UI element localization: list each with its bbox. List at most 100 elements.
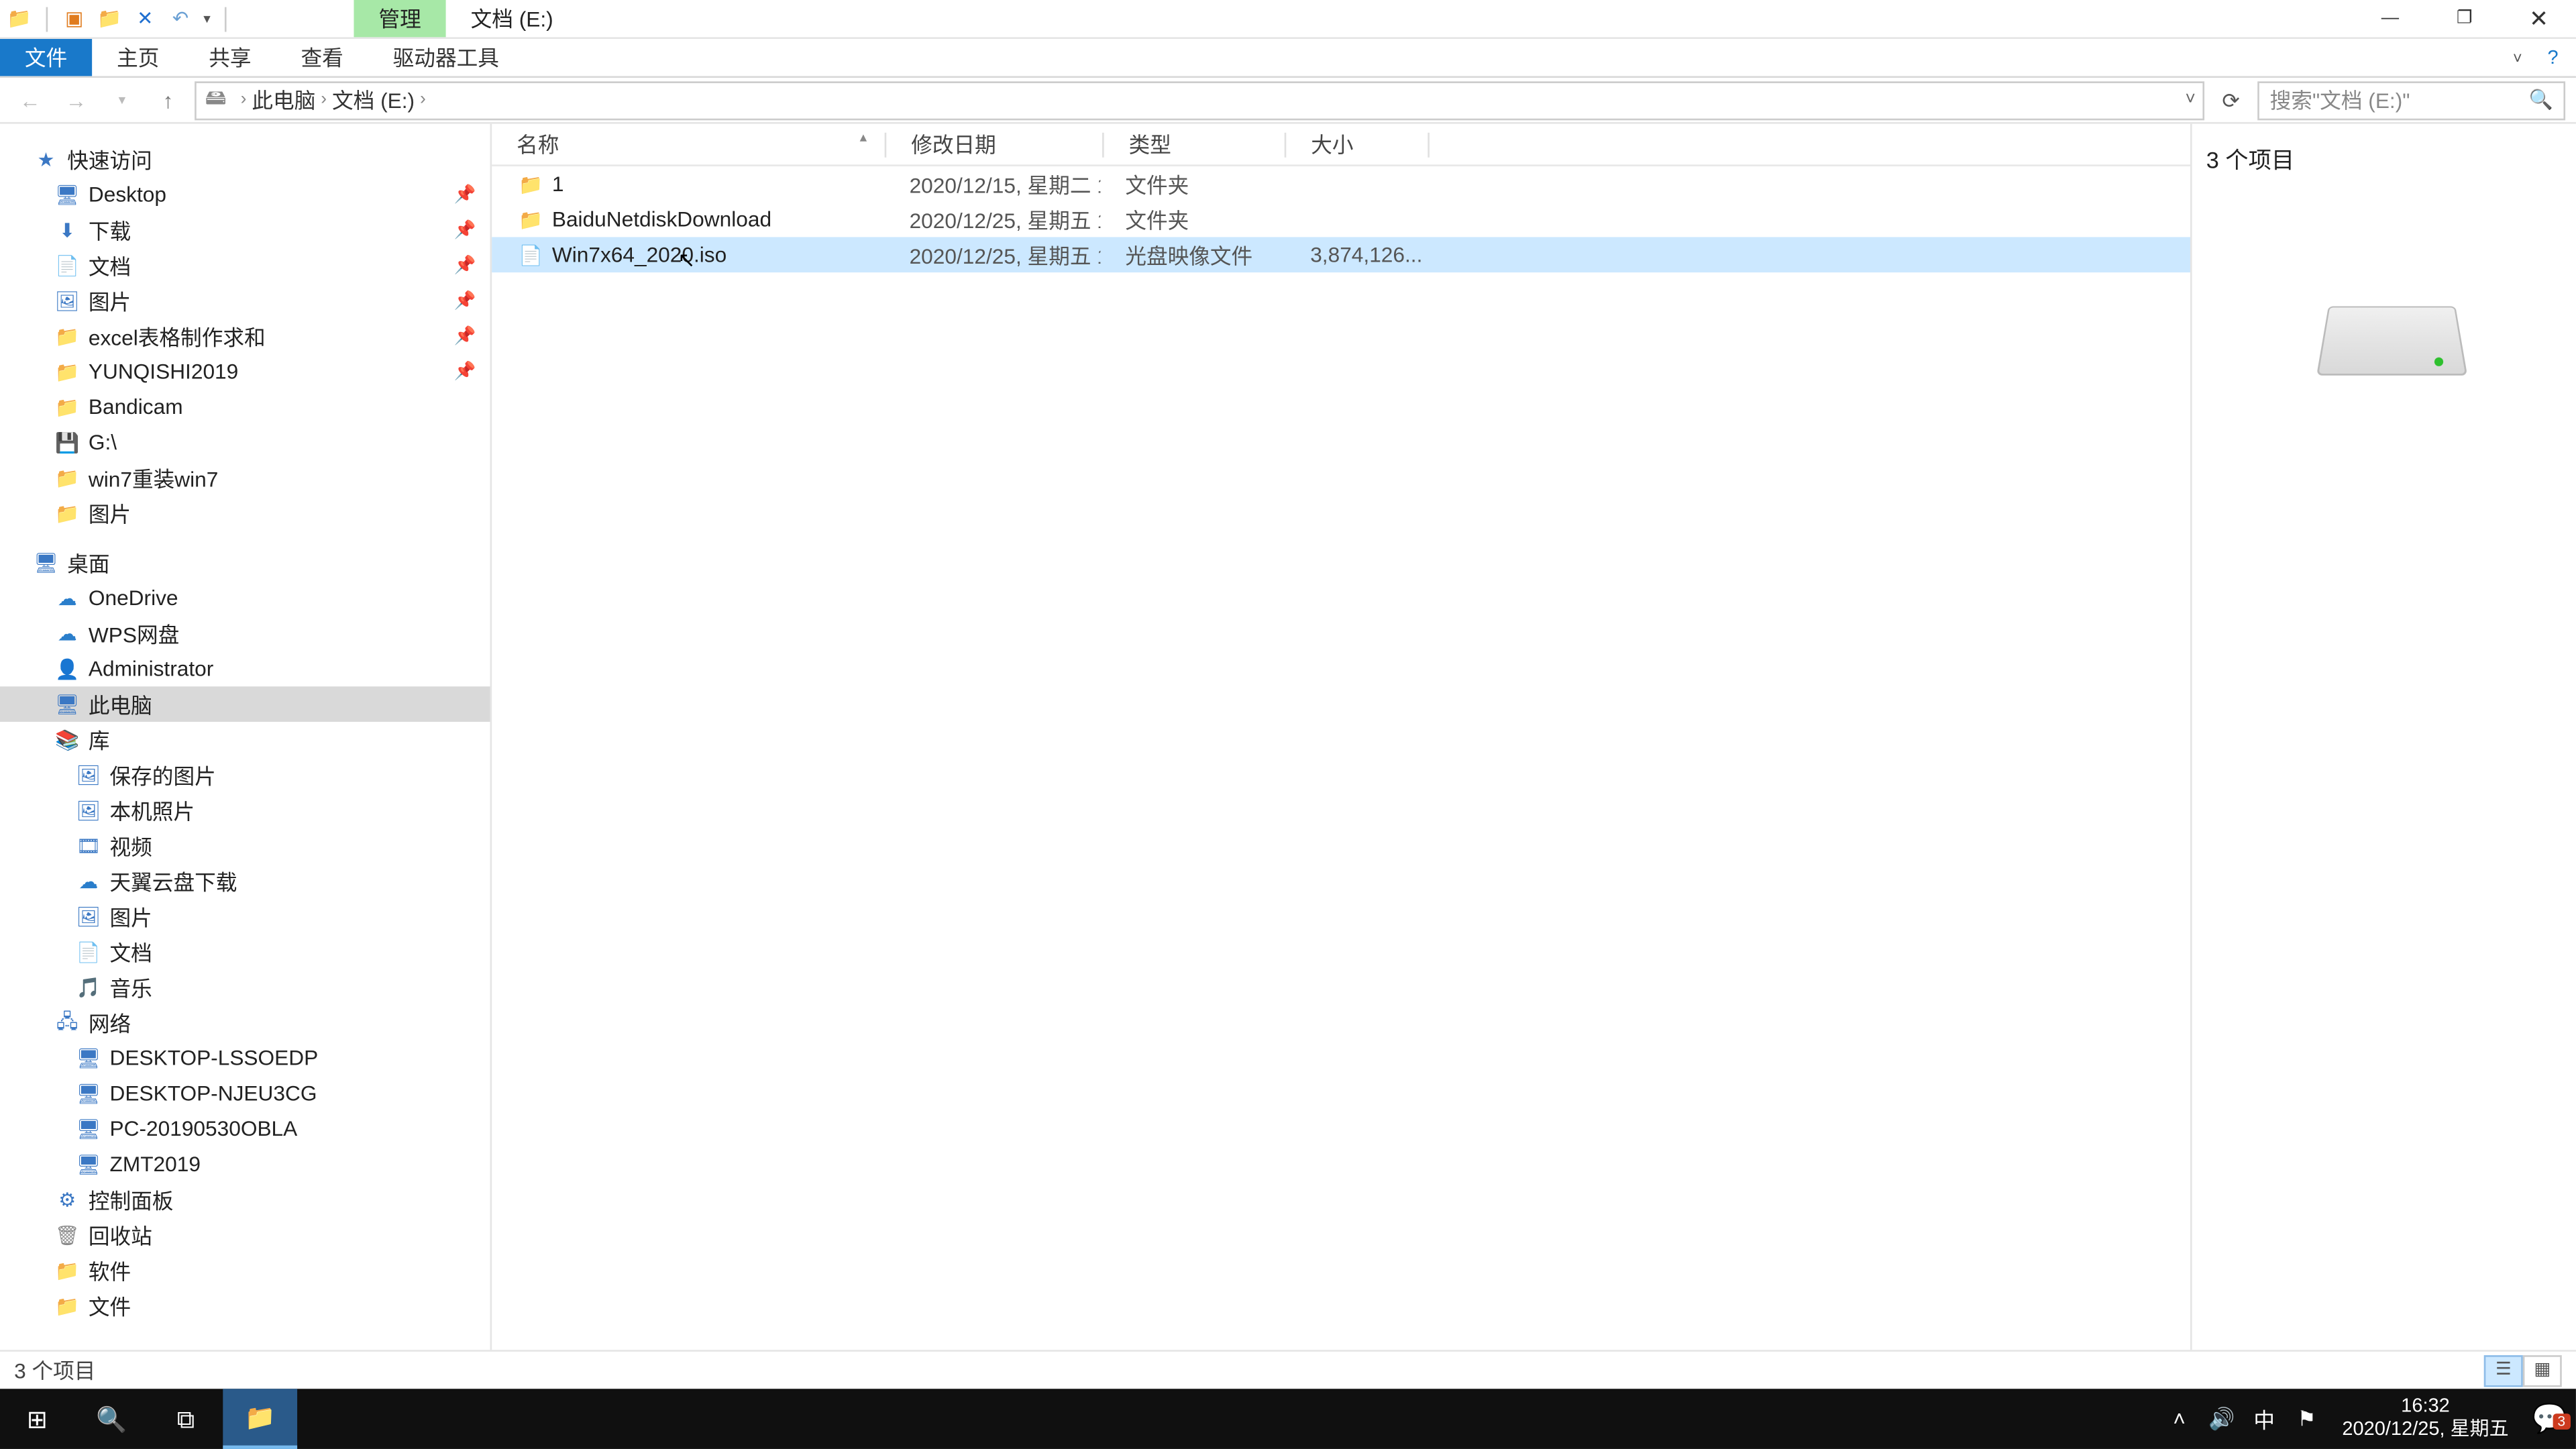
file-row[interactable]: 📁BaiduNetdiskDownload2020/12/25, 星期五 1..… bbox=[492, 202, 2190, 237]
tree-item-icon: 🎞 bbox=[74, 832, 103, 860]
tab-home[interactable]: 主页 bbox=[92, 39, 184, 76]
file-type: 光盘映像文件 bbox=[1100, 239, 1281, 270]
close-button[interactable]: ✕ bbox=[2502, 0, 2576, 38]
file-size: 3,874,126... bbox=[1281, 242, 1422, 267]
thumbnails-view-button[interactable]: ▦ bbox=[2523, 1354, 2562, 1386]
tray-overflow-icon[interactable]: ˄ bbox=[2158, 1407, 2200, 1432]
security-icon[interactable]: ⚑ bbox=[2286, 1407, 2328, 1432]
tree-item[interactable]: 👤Administrator bbox=[0, 651, 490, 687]
address-bar[interactable]: 🖴 › 此电脑 › 文档 (E:) › ˅ bbox=[195, 80, 2204, 119]
status-text: 3 个项目 bbox=[14, 1355, 95, 1385]
qat-customize-icon[interactable]: ▾ bbox=[203, 11, 211, 27]
undo-icon[interactable]: ↶ bbox=[168, 6, 193, 31]
clock[interactable]: 16:32 2020/12/25, 星期五 bbox=[2328, 1396, 2523, 1442]
tree-item-label: PC-20190530OBLA bbox=[110, 1116, 298, 1141]
back-button[interactable]: ← bbox=[11, 80, 50, 119]
crumb-loc[interactable]: 文档 (E:) bbox=[332, 85, 415, 115]
tab-drivetools[interactable]: 驱动器工具 bbox=[368, 39, 524, 76]
tree-item[interactable]: 🖥DESKTOP-LSSOEDP bbox=[0, 1040, 490, 1076]
tree-item-label: 图片 bbox=[89, 286, 131, 316]
tree-item-icon: 💾 bbox=[53, 428, 81, 456]
tree-item[interactable]: 📁win7重装win7 bbox=[0, 460, 490, 496]
qat-sep bbox=[46, 6, 48, 31]
search-button[interactable]: 🔍 bbox=[74, 1389, 149, 1449]
tree-item[interactable]: ⬇下载📌 bbox=[0, 212, 490, 248]
file-row[interactable]: 📄Win7x64_2020.iso2020/12/25, 星期五 1...光盘映… bbox=[492, 237, 2190, 272]
tree-item[interactable]: 📄文档📌 bbox=[0, 248, 490, 283]
tree-quick-access[interactable]: ★ 快速访问 bbox=[0, 142, 490, 177]
tree-item[interactable]: 📁软件 bbox=[0, 1252, 490, 1288]
tree-item[interactable]: ⚙控制面板 bbox=[0, 1182, 490, 1218]
tree-item[interactable]: 📁YUNQISHI2019📌 bbox=[0, 354, 490, 389]
tree-item[interactable]: ☁WPS网盘 bbox=[0, 616, 490, 651]
crumb-root[interactable]: 此电脑 bbox=[252, 85, 315, 115]
tree-label: 快速访问 bbox=[67, 144, 152, 174]
tree-item[interactable]: 📁Bandicam bbox=[0, 389, 490, 425]
tree-item[interactable]: 🖥此电脑 bbox=[0, 686, 490, 722]
tab-file[interactable]: 文件 bbox=[0, 39, 92, 76]
up-button[interactable]: ↑ bbox=[149, 80, 188, 119]
search-input[interactable]: 搜索"文档 (E:)" 🔍 bbox=[2257, 80, 2565, 119]
properties-icon[interactable]: ▣ bbox=[62, 6, 87, 31]
tab-share[interactable]: 共享 bbox=[184, 39, 276, 76]
tree-item[interactable]: 🖥Desktop📌 bbox=[0, 177, 490, 213]
refresh-button[interactable]: ⟳ bbox=[2212, 80, 2251, 119]
ribbon-collapse-icon[interactable]: ˅ bbox=[2505, 45, 2530, 70]
tree-item[interactable]: 📚库 bbox=[0, 722, 490, 757]
start-button[interactable]: ⊞ bbox=[0, 1389, 74, 1449]
file-name: Win7x64_2020.iso bbox=[552, 242, 727, 267]
address-dropdown-icon[interactable]: ˅ bbox=[2185, 91, 2195, 110]
tree-desktop-root[interactable]: 🖥 桌面 bbox=[0, 545, 490, 580]
tree-item-icon: 🖥 bbox=[74, 1114, 103, 1142]
tree-item[interactable]: 📁excel表格制作求和📌 bbox=[0, 319, 490, 354]
details-view-button[interactable]: ☰ bbox=[2484, 1354, 2523, 1386]
col-date[interactable]: 修改日期 bbox=[886, 129, 1102, 160]
minimize-button[interactable]: — bbox=[2353, 0, 2428, 38]
clock-date: 2020/12/25, 星期五 bbox=[2342, 1419, 2508, 1442]
volume-icon[interactable]: 🔊 bbox=[2200, 1407, 2243, 1432]
tree-item-icon: ⚙ bbox=[53, 1185, 81, 1214]
tree-item[interactable]: 🖥DESKTOP-NJEU3CG bbox=[0, 1075, 490, 1111]
tree-item-icon: 👤 bbox=[53, 655, 81, 683]
tree-item[interactable]: 💾G:\ bbox=[0, 425, 490, 460]
pin-icon: 📌 bbox=[454, 256, 476, 275]
tree-item[interactable]: 🎵音乐 bbox=[0, 969, 490, 1005]
tree-item[interactable]: ☁天翼云盘下载 bbox=[0, 863, 490, 899]
taskbar-explorer[interactable]: 📁 bbox=[223, 1389, 297, 1449]
tree-item[interactable]: 📁文件 bbox=[0, 1288, 490, 1324]
maximize-button[interactable]: ❐ bbox=[2427, 0, 2502, 38]
tree-item[interactable]: 🖼图片📌 bbox=[0, 283, 490, 319]
forward-button[interactable]: → bbox=[56, 80, 95, 119]
ime-icon[interactable]: 中 bbox=[2243, 1404, 2286, 1434]
tree-item[interactable]: 🗑回收站 bbox=[0, 1217, 490, 1252]
tree-item[interactable]: ☁OneDrive bbox=[0, 580, 490, 616]
tree-item-icon: 🖥 bbox=[74, 1150, 103, 1178]
tree-item[interactable]: 🖥ZMT2019 bbox=[0, 1146, 490, 1182]
col-name[interactable]: 名称▴ bbox=[492, 129, 884, 160]
tree-network[interactable]: 🖧 网络 bbox=[0, 1005, 490, 1040]
delete-icon[interactable]: ✕ bbox=[133, 6, 158, 31]
titlebar: 📁 ▣ 📁 ✕ ↶ ▾ 管理 文档 (E:) — ❐ ✕ bbox=[0, 0, 2576, 39]
tree-label: 网络 bbox=[89, 1008, 131, 1038]
tree-item-label: YUNQISHI2019 bbox=[89, 359, 238, 384]
file-row[interactable]: 📁12020/12/15, 星期二 1...文件夹 bbox=[492, 166, 2190, 202]
tree-item[interactable]: 📄文档 bbox=[0, 934, 490, 969]
tree-item[interactable]: 🖼图片 bbox=[0, 899, 490, 934]
help-icon[interactable]: ? bbox=[2540, 45, 2565, 70]
recent-dropdown-icon[interactable]: ▾ bbox=[103, 80, 142, 119]
tree-item-icon: ☁ bbox=[74, 867, 103, 895]
tab-view[interactable]: 查看 bbox=[276, 39, 368, 76]
status-bar: 3 个项目 ☰ ▦ bbox=[0, 1350, 2576, 1389]
tree-item[interactable]: 🖼本机照片 bbox=[0, 793, 490, 828]
notifications-button[interactable]: 💬 3 bbox=[2523, 1401, 2576, 1437]
col-type[interactable]: 类型 bbox=[1104, 129, 1285, 160]
tree-item[interactable]: 🖼保存的图片 bbox=[0, 757, 490, 793]
search-icon[interactable]: 🔍 bbox=[2528, 89, 2553, 111]
tree-item[interactable]: 🎞视频 bbox=[0, 828, 490, 863]
tree-item[interactable]: 📁图片 bbox=[0, 495, 490, 531]
newfolder-icon[interactable]: 📁 bbox=[97, 6, 122, 31]
taskview-button[interactable]: ⧉ bbox=[149, 1389, 223, 1449]
tree-item[interactable]: 🖥 PC-20190530OBLA bbox=[0, 1111, 490, 1146]
context-tab[interactable]: 管理 bbox=[354, 0, 446, 37]
col-size[interactable]: 大小 bbox=[1286, 129, 1428, 160]
